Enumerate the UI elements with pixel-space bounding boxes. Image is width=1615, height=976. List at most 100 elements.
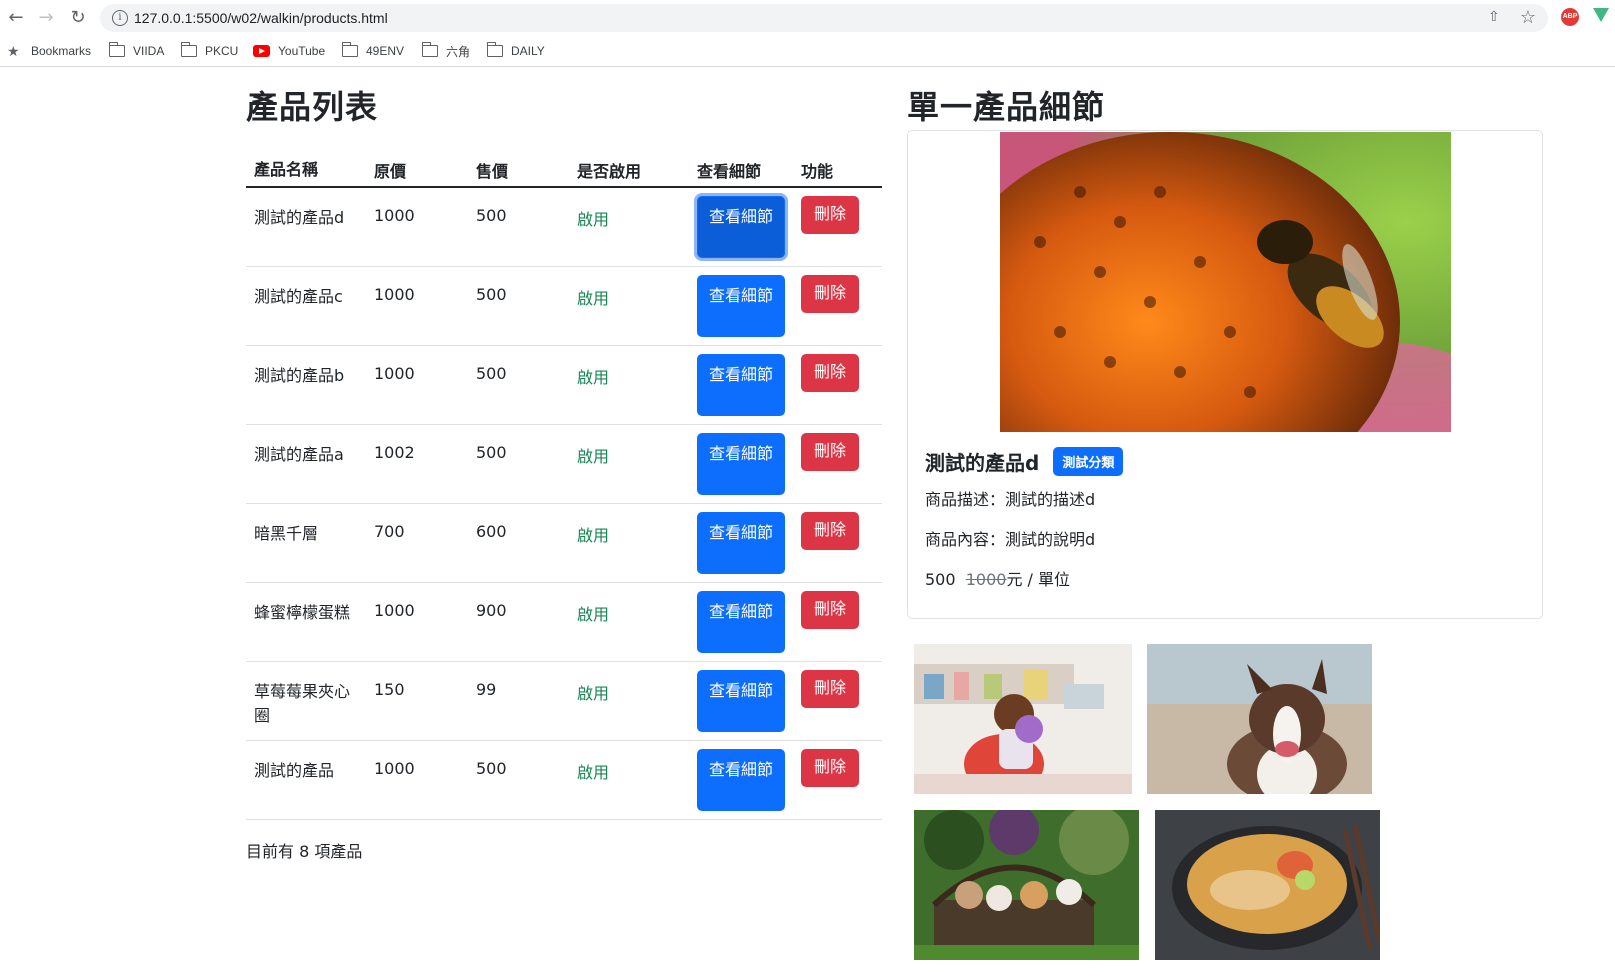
delete-button[interactable]: 刪除 bbox=[801, 749, 859, 787]
product-name: 蜂蜜檸檬蛋糕 bbox=[254, 603, 351, 622]
product-name: 測試的產品c bbox=[254, 287, 343, 306]
header-name: 產品名稱 bbox=[254, 160, 319, 179]
header-enabled: 是否啟用 bbox=[577, 162, 642, 181]
product-list-title: 產品列表 bbox=[246, 88, 379, 126]
enabled-status: 啟用 bbox=[577, 605, 610, 624]
view-detail-button[interactable]: 查看細節 bbox=[697, 670, 785, 732]
bookmark-label: Bookmarks bbox=[31, 44, 92, 58]
product-price-line: 500 1000元 / 單位 bbox=[925, 566, 1070, 590]
thumbnail-image-dog[interactable] bbox=[1147, 644, 1372, 794]
table-row: 蜂蜜檸檬蛋糕 1000 900 啟用 查看細節 刪除 bbox=[246, 583, 882, 662]
back-arrow-icon[interactable]: ← bbox=[4, 5, 28, 29]
product-name: 草莓莓果夾心圈 bbox=[254, 682, 351, 725]
product-detail-card: 測試的產品d 測試分類 商品描述：測試的描述d 商品內容：測試的說明d 500 … bbox=[907, 130, 1543, 619]
product-table: 產品名稱 原價 售價 是否啟用 查看細節 功能 測試的產品d 1000 500 … bbox=[246, 142, 882, 820]
table-row: 測試的產品b 1000 500 啟用 查看細節 刪除 bbox=[246, 346, 882, 425]
price: 500 bbox=[476, 443, 507, 462]
price-unit: 元 / 單位 bbox=[1006, 570, 1071, 589]
address-bar[interactable]: i 127.0.0.1:5500/w02/walkin/products.htm… bbox=[100, 4, 1548, 32]
star-icon: ★ bbox=[7, 43, 20, 59]
thumbnail-image-child[interactable] bbox=[914, 644, 1132, 794]
price: 500 bbox=[476, 364, 507, 383]
bookmark-bookmarks[interactable]: ★ Bookmarks bbox=[7, 41, 91, 61]
reload-icon[interactable]: ↻ bbox=[66, 5, 90, 29]
table-row: 測試的產品d 1000 500 啟用 查看細節 刪除 bbox=[246, 188, 882, 267]
folder-icon bbox=[109, 42, 125, 57]
browser-toolbar: ← → ↻ i 127.0.0.1:5500/w02/walkin/produc… bbox=[0, 0, 1615, 35]
product-title-row: 測試的產品d 測試分類 bbox=[925, 447, 1124, 476]
folder-icon bbox=[422, 42, 438, 57]
table-row: 草莓莓果夾心圈 150 99 啟用 查看細節 刪除 bbox=[246, 662, 882, 741]
product-name: 測試的產品b bbox=[254, 366, 345, 385]
product-main-image bbox=[1000, 132, 1451, 432]
thumbnail-image-noodles[interactable] bbox=[1155, 810, 1380, 960]
header-detail: 查看細節 bbox=[697, 162, 762, 181]
enabled-status: 啟用 bbox=[577, 368, 610, 387]
orig-price: 1000 bbox=[374, 364, 415, 383]
table-row: 測試的產品a 1002 500 啟用 查看細節 刪除 bbox=[246, 425, 882, 504]
header-function: 功能 bbox=[801, 162, 834, 181]
view-detail-button[interactable]: 查看細節 bbox=[697, 749, 785, 811]
bookmark-49env[interactable]: 49ENV bbox=[342, 41, 404, 61]
product-name: 測試的產品 bbox=[254, 761, 335, 780]
price: 500 bbox=[476, 759, 507, 778]
delete-button[interactable]: 刪除 bbox=[801, 196, 859, 234]
product-count: 目前有 8 項產品 bbox=[246, 842, 363, 861]
bookmark-liujiao[interactable]: 六角 bbox=[422, 41, 470, 61]
table-row: 測試的產品 1000 500 啟用 查看細節 刪除 bbox=[246, 741, 882, 820]
delete-button[interactable]: 刪除 bbox=[801, 670, 859, 708]
enabled-status: 啟用 bbox=[577, 210, 610, 229]
youtube-icon bbox=[253, 45, 270, 57]
enabled-status: 啟用 bbox=[577, 289, 610, 308]
view-detail-button[interactable]: 查看細節 bbox=[697, 591, 785, 653]
vue-devtools-icon[interactable] bbox=[1593, 8, 1609, 22]
product-name: 測試的產品a bbox=[254, 445, 344, 464]
original-price: 1000 bbox=[965, 570, 1007, 589]
bookmark-label: PKCU bbox=[205, 44, 239, 58]
view-detail-button[interactable]: 查看細節 bbox=[697, 196, 785, 258]
share-icon[interactable]: ⇧ bbox=[1488, 9, 1504, 25]
bookmark-label: 六角 bbox=[446, 44, 471, 59]
price: 500 bbox=[476, 206, 507, 225]
bookmark-label: YouTube bbox=[278, 44, 326, 58]
bookmark-label: 49ENV bbox=[366, 44, 405, 58]
product-name: 測試的產品d bbox=[925, 451, 1040, 475]
delete-button[interactable]: 刪除 bbox=[801, 591, 859, 629]
sale-price: 500 bbox=[925, 570, 956, 589]
price: 900 bbox=[476, 601, 507, 620]
orig-price: 1000 bbox=[374, 285, 415, 304]
price: 500 bbox=[476, 285, 507, 304]
view-detail-button[interactable]: 查看細節 bbox=[697, 354, 785, 416]
delete-button[interactable]: 刪除 bbox=[801, 354, 859, 392]
view-detail-button[interactable]: 查看細節 bbox=[697, 433, 785, 495]
bookmark-youtube[interactable]: YouTube bbox=[253, 41, 325, 61]
bookmark-viida[interactable]: VIIDA bbox=[109, 41, 164, 61]
bookmark-label: DAILY bbox=[511, 44, 545, 58]
orig-price: 1000 bbox=[374, 759, 415, 778]
thumbnail-image-kittens[interactable] bbox=[914, 810, 1139, 960]
view-detail-button[interactable]: 查看細節 bbox=[697, 512, 785, 574]
header-price: 售價 bbox=[476, 162, 509, 181]
folder-icon bbox=[181, 42, 197, 57]
price: 99 bbox=[476, 680, 497, 699]
enabled-status: 啟用 bbox=[577, 447, 610, 466]
delete-button[interactable]: 刪除 bbox=[801, 433, 859, 471]
table-row: 測試的產品c 1000 500 啟用 查看細節 刪除 bbox=[246, 267, 882, 346]
folder-icon bbox=[342, 42, 358, 57]
bookmark-daily[interactable]: DAILY bbox=[487, 41, 545, 61]
table-row: 暗黑千層 700 600 啟用 查看細節 刪除 bbox=[246, 504, 882, 583]
view-detail-button[interactable]: 查看細節 bbox=[697, 275, 785, 337]
delete-button[interactable]: 刪除 bbox=[801, 275, 859, 313]
bookmark-pkcu[interactable]: PKCU bbox=[181, 41, 238, 61]
adblock-extension-icon[interactable]: ABP bbox=[1561, 8, 1579, 26]
price: 600 bbox=[476, 522, 507, 541]
delete-button[interactable]: 刪除 bbox=[801, 512, 859, 550]
bookmark-star-icon[interactable]: ☆ bbox=[1520, 7, 1536, 28]
orig-price: 1000 bbox=[374, 206, 415, 225]
url-text[interactable]: 127.0.0.1:5500/w02/walkin/products.html bbox=[134, 10, 388, 26]
forward-arrow-icon[interactable]: → bbox=[34, 5, 58, 29]
bookmark-label: VIIDA bbox=[133, 44, 165, 58]
site-info-icon[interactable]: i bbox=[112, 10, 128, 26]
header-orig-price: 原價 bbox=[374, 162, 407, 181]
enabled-status: 啟用 bbox=[577, 763, 610, 782]
